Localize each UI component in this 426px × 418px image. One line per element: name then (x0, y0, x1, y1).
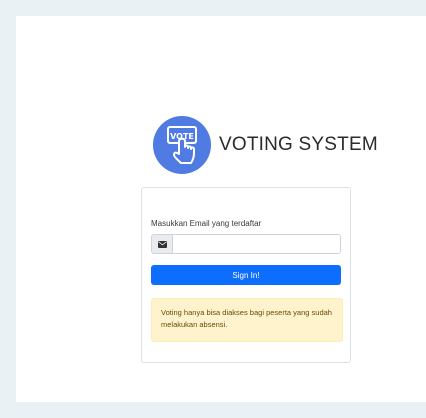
login-card: Masukkan Email yang terdaftar Sign In! V… (141, 187, 351, 363)
email-label: Masukkan Email yang terdaftar (151, 219, 262, 228)
email-input-group (151, 234, 341, 254)
app-title: VOTING SYSTEM (219, 134, 378, 155)
envelope-icon (151, 234, 172, 254)
email-field[interactable] (172, 234, 341, 254)
page-container: VOTE VOTING SYSTEM Masukkan Email yang t… (16, 16, 426, 402)
sign-in-button[interactable]: Sign In! (151, 265, 341, 285)
brand-header: VOTE VOTING SYSTEM (153, 116, 378, 174)
notice-alert: Voting hanya bisa diakses bagi peserta y… (151, 298, 343, 342)
vote-logo-icon: VOTE (153, 116, 211, 174)
